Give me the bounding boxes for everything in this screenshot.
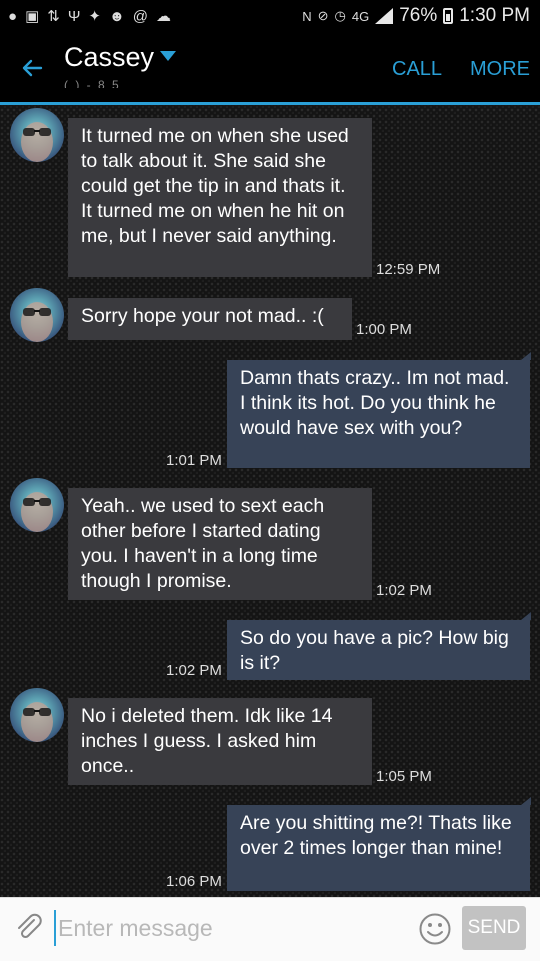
message-bubble[interactable]: Yeah.. we used to sext each other before… — [68, 488, 372, 600]
message-timestamp: 1:05 PM — [376, 768, 432, 785]
message-timestamp: 1:02 PM — [376, 582, 432, 599]
message-bubble[interactable]: No i deleted them. Idk like 14 inches I … — [68, 698, 372, 785]
message-timestamp: 1:02 PM — [166, 662, 222, 679]
contact-photo-icon — [21, 122, 53, 162]
paperclip-icon — [18, 913, 42, 939]
usb-icon: Ψ — [67, 7, 81, 25]
contact-number: ( ) - 8 5 — [64, 78, 121, 88]
avatar[interactable] — [10, 478, 64, 532]
smiley-icon — [419, 913, 451, 945]
message-bubble[interactable]: Are you shitting me?! Thats like over 2 … — [227, 797, 531, 891]
status-time: 1:30 PM — [459, 5, 530, 26]
message-timestamp: 1:01 PM — [166, 452, 222, 469]
attach-button[interactable] — [14, 912, 44, 947]
back-button[interactable] — [16, 52, 48, 84]
battery-percent: 76% — [399, 5, 438, 26]
status-bar: ● ▣ ⇅ Ψ ✦ ☻ @ ☁ N ⊘ ◷ 4G 76% 1:30 PM — [0, 0, 540, 32]
message-timestamp: 1:06 PM — [166, 873, 222, 890]
system-icons: N ⊘ ◷ 4G 76% 1:30 PM — [302, 5, 540, 27]
message-text: Are you shitting me?! Thats like over 2 … — [240, 812, 512, 859]
conversation-header: Cassey ( ) - 8 5 CALL MORE — [0, 32, 540, 105]
contact-photo-icon — [21, 702, 53, 742]
contact-name[interactable]: Cassey — [64, 42, 154, 73]
battery-icon — [443, 8, 454, 24]
more-button[interactable]: MORE — [470, 58, 530, 81]
chevron-down-icon[interactable] — [160, 51, 176, 61]
message-timestamp: 12:59 PM — [376, 261, 441, 278]
snapchat-icon: ☻ — [108, 7, 125, 25]
nfc-icon: N — [302, 8, 312, 24]
avatar[interactable] — [10, 688, 64, 742]
mute-icon: ⊘ — [317, 8, 329, 23]
message-text: Sorry hope your not mad.. :( — [81, 305, 324, 327]
location-icon: ● — [8, 7, 18, 25]
message-text: Yeah.. we used to sext each other before… — [81, 495, 325, 592]
message-text: No i deleted them. Idk like 14 inches I … — [81, 705, 333, 777]
avatar[interactable] — [10, 288, 64, 342]
back-arrow-icon — [22, 59, 43, 77]
notification-icons: ● ▣ ⇅ Ψ ✦ ☻ @ ☁ — [0, 7, 171, 26]
gallery-icon: ▣ — [25, 8, 40, 25]
network-type-label: 4G — [351, 8, 370, 24]
send-button[interactable]: SEND — [462, 906, 526, 950]
twitter-icon: ✦ — [88, 8, 101, 25]
signal-icon — [375, 8, 394, 24]
alarm-icon: ◷ — [334, 8, 346, 23]
compose-bar: SEND — [0, 897, 540, 961]
data-transfer-icon: ⇅ — [47, 8, 60, 25]
email-icon: @ — [132, 7, 148, 25]
cloud-icon: ☁ — [155, 8, 171, 25]
message-bubble[interactable]: Sorry hope your not mad.. :( — [68, 298, 352, 340]
message-bubble[interactable]: So do you have a pic? How big is it? — [227, 612, 531, 680]
avatar[interactable] — [10, 108, 64, 162]
message-input[interactable] — [54, 910, 410, 946]
contact-photo-icon — [21, 302, 53, 342]
contact-photo-icon — [21, 492, 53, 532]
message-text: So do you have a pic? How big is it? — [240, 627, 509, 674]
message-timestamp: 1:00 PM — [356, 321, 412, 338]
message-bubble[interactable]: It turned me on when she used to talk ab… — [68, 118, 372, 277]
emoji-button[interactable] — [418, 912, 452, 951]
call-button[interactable]: CALL — [392, 58, 442, 81]
message-text: Damn thats crazy.. Im not mad. I think i… — [240, 367, 510, 439]
message-bubble[interactable]: Damn thats crazy.. Im not mad. I think i… — [227, 352, 531, 468]
message-text: It turned me on when she used to talk ab… — [81, 125, 349, 247]
